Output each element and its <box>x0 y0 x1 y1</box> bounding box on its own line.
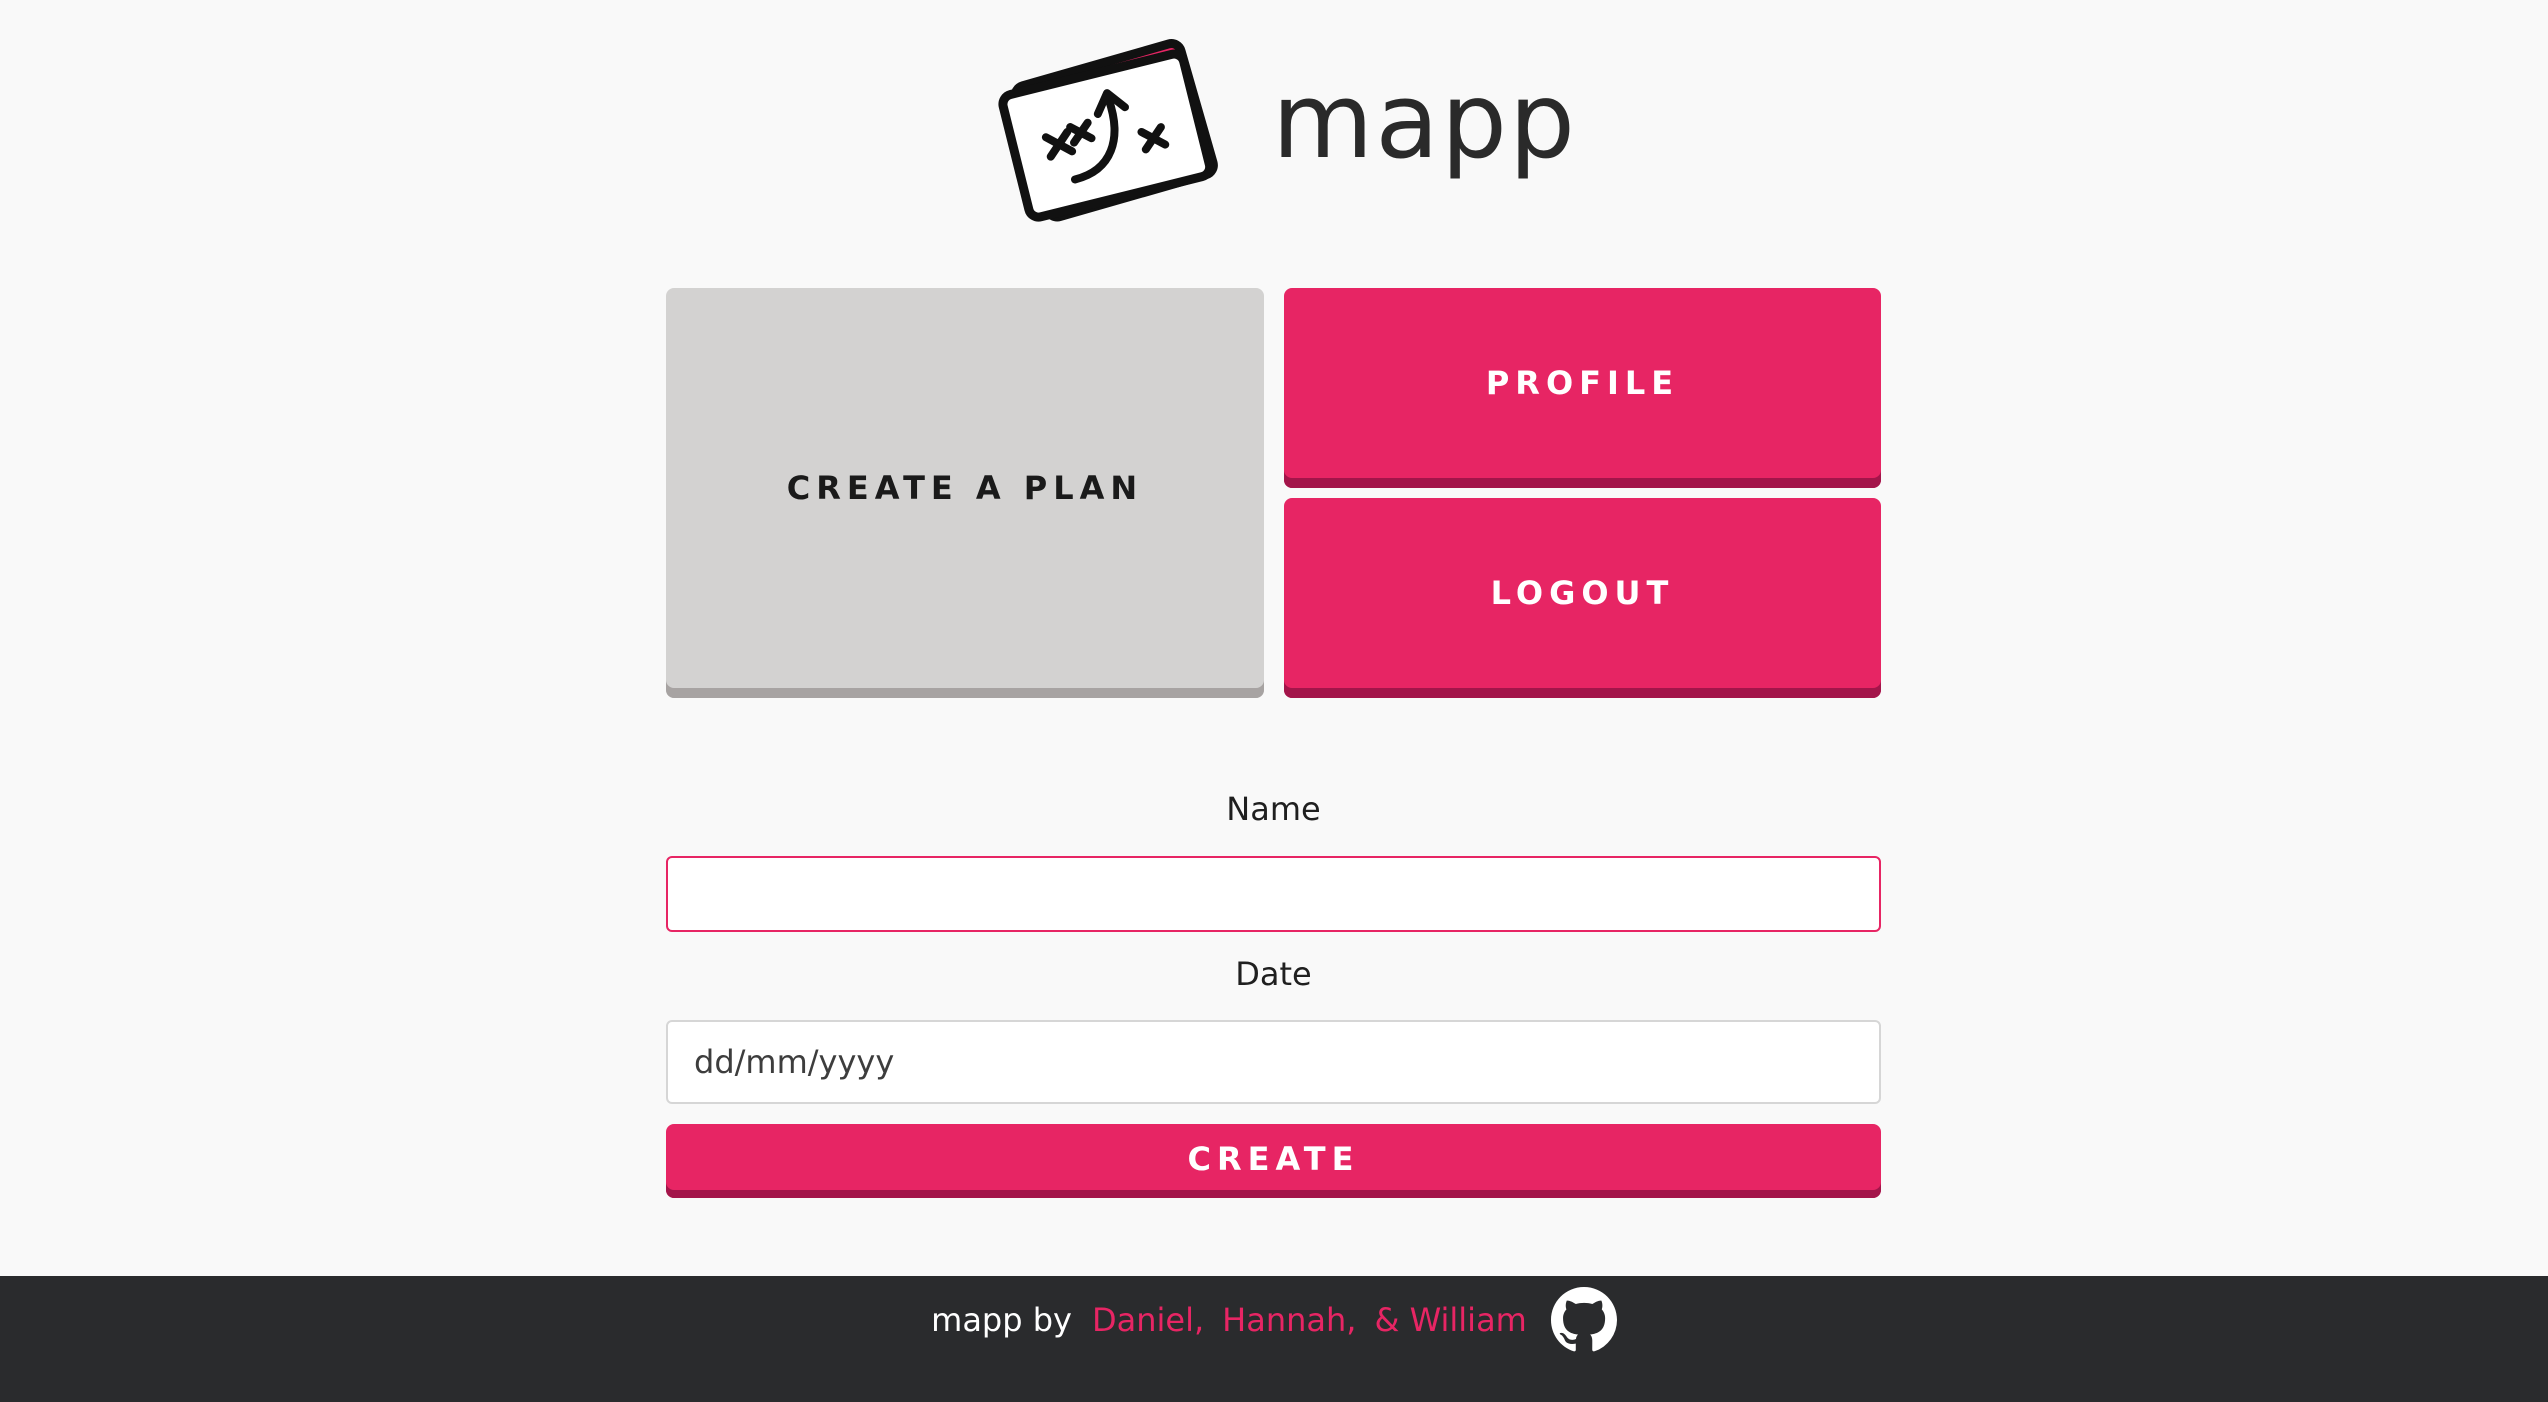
map-plan-icon <box>998 39 1218 222</box>
logout-button[interactable]: LOGOUT <box>1284 498 1881 698</box>
author-link-daniel[interactable]: Daniel, <box>1092 1301 1204 1339</box>
profile-label: PROFILE <box>1485 364 1680 402</box>
footer: mapp by Daniel, Hannah, & William <box>0 1276 2548 1402</box>
create-plan-button[interactable]: CREATE A PLAN <box>666 288 1264 698</box>
header: mapp <box>0 0 2548 260</box>
github-icon[interactable] <box>1550 1287 1617 1353</box>
author-link-william[interactable]: & William <box>1374 1301 1526 1339</box>
profile-button[interactable]: PROFILE <box>1284 288 1881 488</box>
brand-name: mapp <box>1272 60 1578 182</box>
create-button[interactable]: CREATE <box>666 1124 1881 1198</box>
date-label: Date <box>1235 955 1312 993</box>
footer-prefix: mapp by <box>931 1301 1072 1339</box>
name-label: Name <box>1226 790 1321 828</box>
date-input[interactable] <box>666 1020 1881 1104</box>
create-plan-label: CREATE A PLAN <box>786 469 1144 507</box>
name-input[interactable] <box>666 856 1881 932</box>
footer-credits: mapp by Daniel, Hannah, & William <box>0 1276 2548 1364</box>
logout-label: LOGOUT <box>1490 574 1675 612</box>
author-link-hannah[interactable]: Hannah, <box>1222 1301 1356 1339</box>
